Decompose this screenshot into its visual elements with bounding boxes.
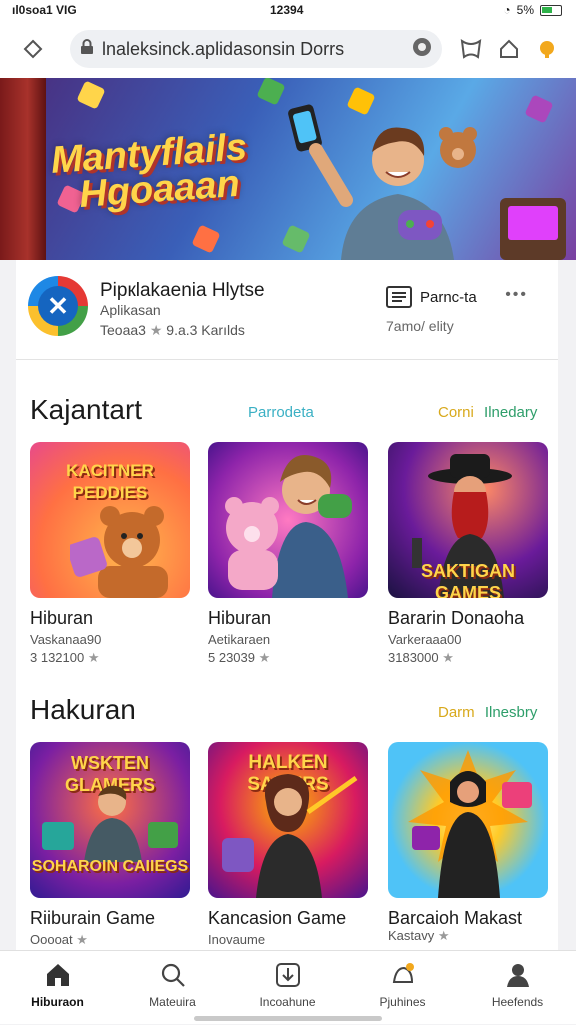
section1-link-mid[interactable]: Parrodeta bbox=[248, 404, 314, 421]
warrior-illustration bbox=[222, 774, 358, 898]
app-meta: Teoаа3 ★ 9.a.3 Karılds bbox=[100, 322, 245, 339]
star-icon: ★ bbox=[149, 322, 167, 338]
bottom-navigation: Hiburaon Mateuira Incoahune Pjuhines Hee… bbox=[0, 950, 576, 1024]
game-dev-6: Kastavy ★ bbox=[388, 928, 450, 943]
section1-link-more[interactable]: Corni Ilnedary bbox=[438, 404, 537, 421]
battery-icon bbox=[540, 4, 562, 16]
lock-icon bbox=[80, 38, 94, 60]
game-dev-2: Aetikaraen bbox=[208, 632, 271, 647]
carrier-text: ıl0soa1 VIG bbox=[12, 3, 77, 17]
game-name-5[interactable]: Kancasion Game bbox=[208, 908, 346, 929]
game-meta-2: 5 23039 ★ bbox=[208, 650, 271, 665]
star-icon: ★ bbox=[255, 650, 271, 665]
hooded-character-illustration bbox=[408, 750, 532, 898]
search-icon bbox=[159, 961, 187, 989]
game-name-6[interactable]: Barcaioh Makast bbox=[388, 908, 522, 929]
battery-percent: 5% bbox=[516, 3, 534, 17]
game-tile-2[interactable] bbox=[208, 442, 368, 598]
extension-icon[interactable] bbox=[532, 34, 562, 64]
nav-item-download[interactable]: Incoahune bbox=[230, 951, 345, 1025]
star-icon: ★ bbox=[84, 650, 100, 665]
app-subtitle: Aplikasan bbox=[100, 302, 161, 318]
section-title-1: Kajantart bbox=[30, 394, 143, 425]
game-meta-1: 3 132100 ★ bbox=[30, 650, 100, 665]
game-tile-4[interactable]: WSKTEN GLAMERS SOHAROIN CAIIEGS bbox=[30, 742, 190, 898]
clock: 12394 bbox=[270, 3, 304, 17]
address-bar[interactable]: lnaleksinck.aplidasonsin Dorrs bbox=[70, 30, 442, 68]
game-name-2[interactable]: Hiburan bbox=[208, 608, 271, 629]
star-icon: ★ bbox=[434, 928, 450, 943]
status-bar: ıl0soa1 VIG 12394 ◔ 5% bbox=[0, 0, 576, 22]
app-header: ✕ Ріркlаkaenia Hlytse Aplikasan Teoаа3 ★… bbox=[16, 260, 558, 360]
hero-character-illustration bbox=[288, 104, 477, 260]
profile-icon bbox=[504, 961, 532, 989]
hero-banner[interactable]: Mantyflails Hgoaaan bbox=[0, 78, 576, 260]
home-indicator bbox=[194, 1016, 382, 1021]
store-content: ✕ Ріркlаkaenia Hlytse Aplikasan Teoаа3 ★… bbox=[16, 260, 558, 950]
game-name-4[interactable]: Riiburain Game bbox=[30, 908, 155, 929]
app-name: Ріркlаkaenia Hlytse bbox=[100, 280, 265, 301]
more-options-icon[interactable]: ••• bbox=[505, 286, 528, 304]
game-dev-3: Varkeraaa00 bbox=[388, 632, 462, 647]
bear-illustration bbox=[70, 506, 168, 598]
document-icon bbox=[386, 286, 412, 308]
game-tile-1[interactable]: KACITNER PEDDIES bbox=[30, 442, 190, 598]
game-dev-1: Vaskanaa90 bbox=[30, 632, 102, 647]
game-name-3[interactable]: Bararin Donaoha bbox=[388, 608, 524, 629]
bookmark-icon[interactable] bbox=[456, 34, 486, 64]
star-icon: ★ bbox=[438, 650, 454, 665]
character-illustration bbox=[225, 455, 352, 598]
app-logo[interactable]: ✕ bbox=[28, 276, 88, 336]
section-title-2: Hakuran bbox=[30, 694, 136, 725]
section2-link-more[interactable]: Darm Ilnesbry bbox=[438, 704, 537, 721]
nav-item-search[interactable]: Mateuira bbox=[115, 951, 230, 1025]
curtain-decoration bbox=[0, 78, 46, 260]
nav-item-home[interactable]: Hiburaon bbox=[0, 951, 115, 1025]
browser-toolbar: lnaleksinck.aplidasonsin Dorrs bbox=[0, 22, 576, 78]
game-tile-6[interactable] bbox=[388, 742, 548, 898]
hero-title: Mantyflails Hgoaaan bbox=[49, 126, 249, 216]
game-dev-4: Ooooat ★ bbox=[30, 932, 88, 947]
app-meta-rating: 9.a.3 Karılds bbox=[166, 322, 245, 338]
game-tile-3[interactable]: SAKTIGAN GAMES bbox=[388, 442, 548, 598]
download-icon bbox=[274, 961, 302, 989]
gamer-illustration bbox=[42, 785, 178, 862]
star-icon: ★ bbox=[72, 932, 88, 947]
url-text: lnaleksinck.aplidasonsin Dorrs bbox=[102, 38, 345, 59]
home-icon bbox=[44, 961, 72, 989]
app-meta-count: Teoаа3 bbox=[100, 322, 146, 338]
reload-icon[interactable] bbox=[412, 37, 432, 62]
game-name-1[interactable]: Hiburan bbox=[30, 608, 93, 629]
back-icon[interactable] bbox=[18, 34, 48, 64]
game-meta-3: 3183000 ★ bbox=[388, 650, 454, 665]
app-action-subtext: 7amo/ elity bbox=[386, 318, 454, 334]
notification-icon bbox=[389, 961, 417, 989]
game-dev-5: Inovaume bbox=[208, 932, 266, 947]
game-tile-5[interactable]: HALKEN SAMERS bbox=[208, 742, 368, 898]
nav-item-profile[interactable]: Heefends bbox=[460, 951, 575, 1025]
wifi-icon: ◔ bbox=[503, 3, 511, 17]
app-action-button[interactable]: Parnc-ta bbox=[386, 286, 477, 308]
home-page-icon[interactable] bbox=[494, 34, 524, 64]
arcade-machine-illustration bbox=[500, 198, 566, 260]
nav-item-notifications[interactable]: Pjuhines bbox=[345, 951, 460, 1025]
